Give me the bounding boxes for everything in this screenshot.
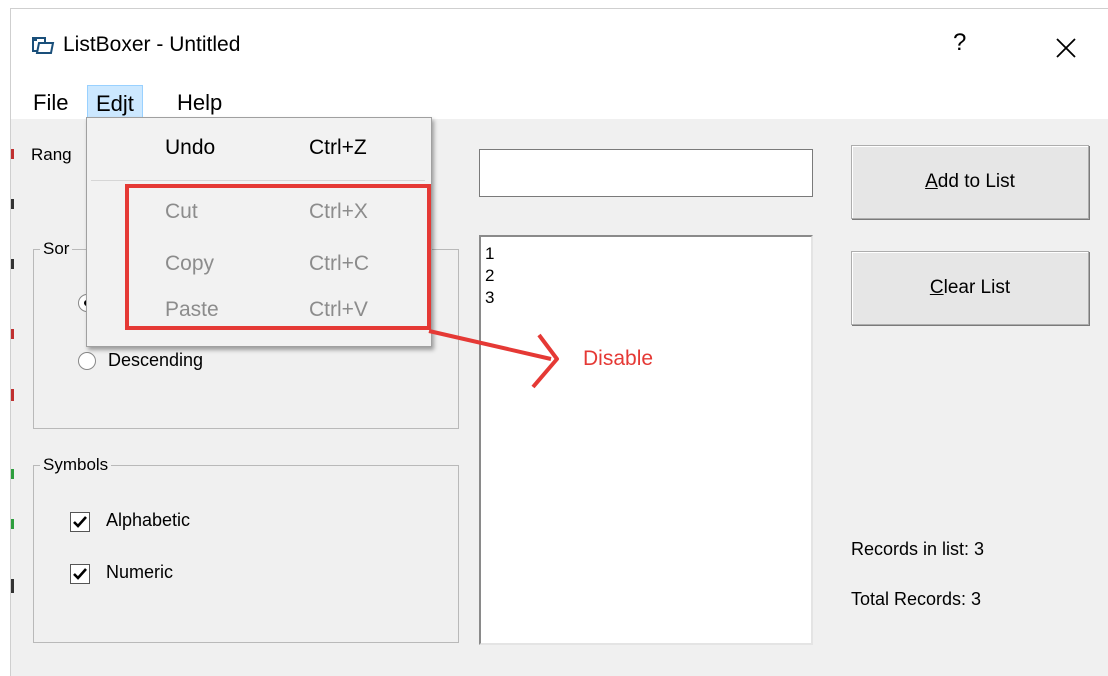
clear-list-button[interactable]: Clear List [851, 251, 1089, 325]
sort-group-legend: Sor [40, 239, 73, 259]
annotation-arrow [428, 329, 559, 389]
alphabetic-checkbox[interactable] [70, 512, 90, 532]
menu-help[interactable]: Help [169, 85, 230, 121]
close-icon [1056, 38, 1076, 58]
menu-file[interactable]: File [25, 85, 76, 121]
disable-annotation: Disable [583, 347, 654, 370]
checkmark-icon [73, 516, 87, 528]
records-listbox[interactable]: 1 2 3 [479, 235, 813, 645]
highlight-box [125, 184, 431, 330]
title-bar: ListBoxer - Untitled ? [11, 9, 1108, 79]
records-in-list-status: Records in list: 3 [851, 539, 985, 559]
help-button[interactable]: ? [953, 29, 966, 57]
symbols-group: Symbols Alphabetic Numeric [33, 455, 459, 643]
app-window: ListBoxer - Untitled ? File Edjt Help Ra… [10, 8, 1108, 676]
undo-shortcut: Ctrl+Z [309, 136, 367, 159]
descending-radio[interactable] [78, 352, 96, 370]
list-item[interactable]: 1 [485, 243, 807, 265]
descending-label: Descending [108, 350, 204, 370]
clear-accelerator: C [929, 277, 944, 298]
menu-separator [91, 180, 425, 181]
add-accelerator: A [925, 171, 938, 192]
list-item[interactable]: 3 [485, 287, 807, 309]
total-records-status: Total Records: 3 [851, 589, 982, 609]
menu-undo[interactable]: Undo [165, 136, 215, 160]
symbols-group-legend: Symbols [40, 455, 112, 475]
list-item[interactable]: 2 [485, 265, 807, 287]
close-button[interactable] [1055, 27, 1077, 66]
entry-textbox[interactable] [479, 149, 813, 197]
left-edge-artifacts [11, 139, 14, 659]
add-to-list-button[interactable]: Add to List [851, 145, 1089, 219]
app-icon [31, 35, 55, 55]
alphabetic-label: Alphabetic [106, 510, 191, 530]
add-button-label: dd to List [937, 171, 1015, 192]
clear-button-label: lear List [943, 277, 1011, 298]
numeric-label: Numeric [106, 562, 174, 582]
window-title: ListBoxer - Untitled [63, 33, 241, 56]
checkmark-icon [73, 568, 87, 580]
range-label: Rang [31, 145, 72, 164]
numeric-checkbox[interactable] [70, 564, 90, 584]
menu-edit[interactable]: Edjt [87, 85, 143, 121]
